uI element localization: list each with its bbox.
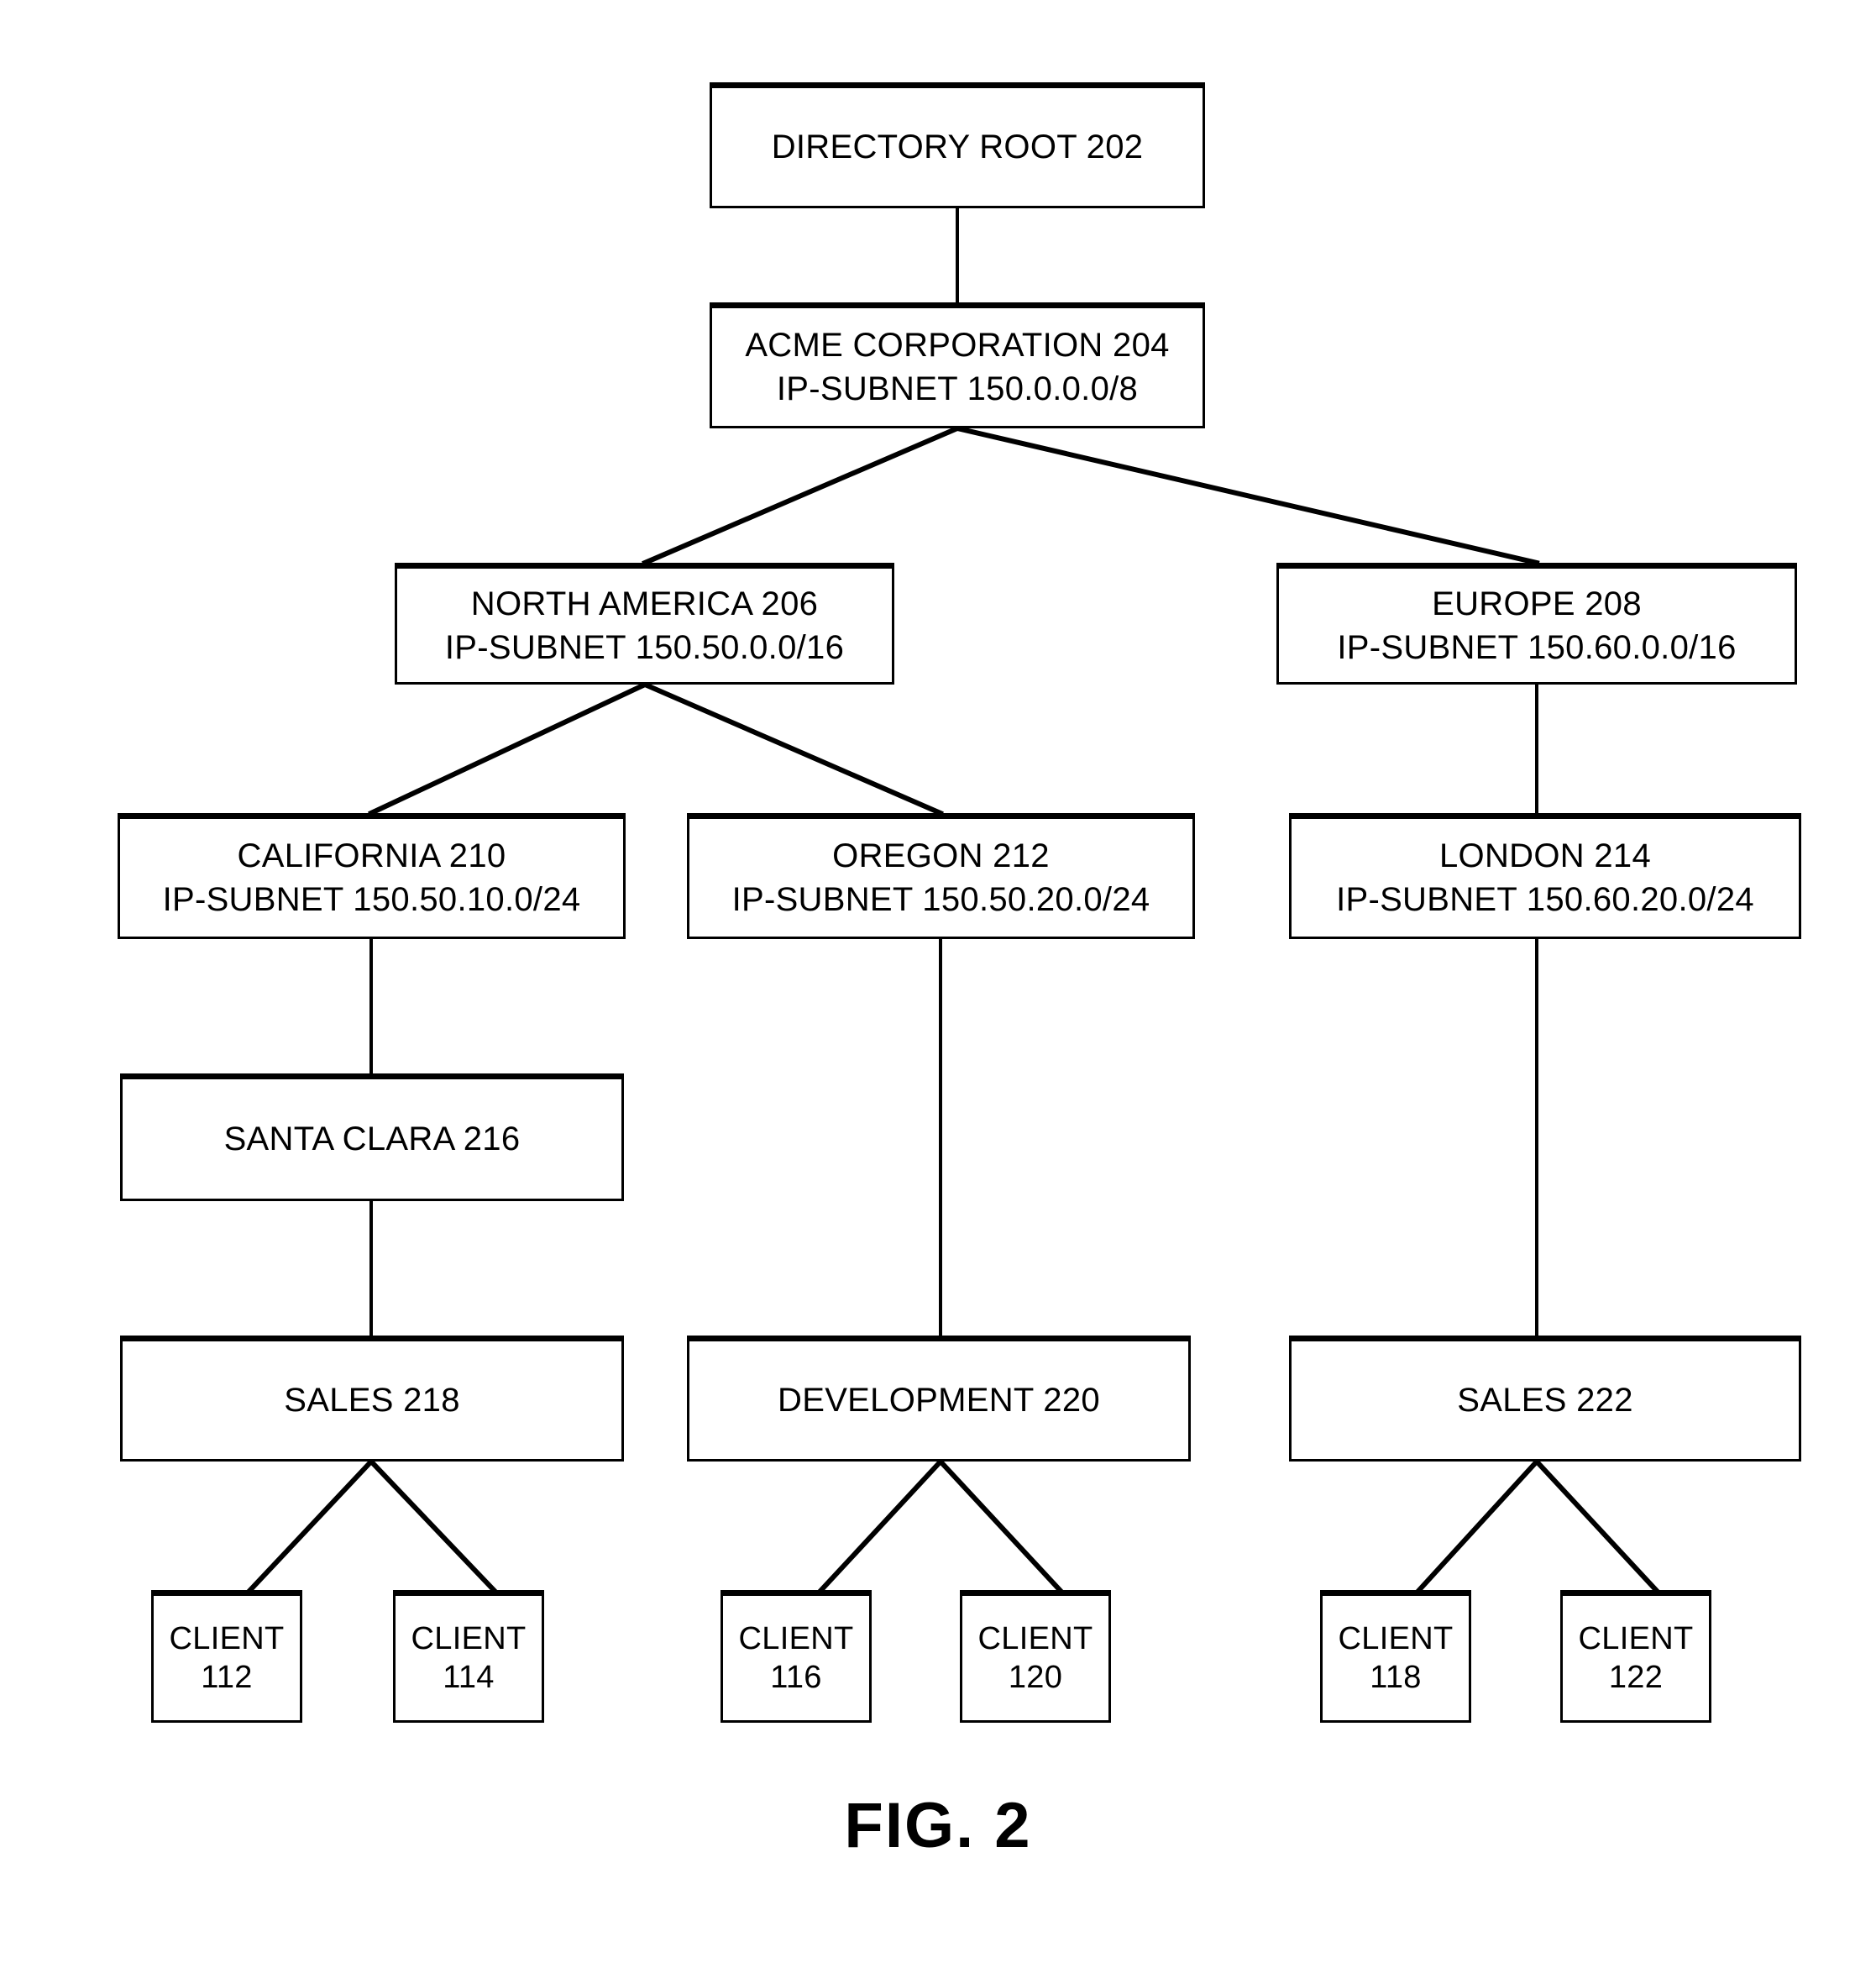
- node-label-primary: ACME CORPORATION 204: [745, 327, 1170, 364]
- node-label-secondary: IP-SUBNET 150.50.20.0/24: [731, 881, 1150, 918]
- node-label-primary: NORTH AMERICA 206: [470, 585, 819, 622]
- edge-sales-222-to-client-118: [1415, 1457, 1541, 1594]
- node-label-primary: SANTA CLARA 216: [223, 1120, 521, 1157]
- node-label-secondary: 112: [201, 1660, 253, 1695]
- node-label-primary: SALES 218: [284, 1382, 460, 1419]
- node-north-america: NORTH AMERICA 206 IP-SUBNET 150.50.0.0/16: [395, 563, 894, 685]
- node-label-secondary: 122: [1608, 1660, 1664, 1695]
- node-label-secondary: 120: [1008, 1660, 1063, 1695]
- node-client-116: CLIENT 116: [721, 1590, 872, 1723]
- node-label-primary: CLIENT: [1338, 1620, 1454, 1656]
- node-label-secondary: 114: [443, 1660, 495, 1695]
- node-label-primary: SALES 222: [1457, 1382, 1633, 1419]
- edge-north-america-to-california: [368, 681, 648, 816]
- node-label-secondary: 118: [1370, 1660, 1422, 1695]
- node-acme-corporation: ACME CORPORATION 204 IP-SUBNET 150.0.0.0/…: [710, 302, 1205, 428]
- node-label-secondary: IP-SUBNET 150.50.10.0/24: [162, 881, 581, 918]
- node-label-primary: LONDON 214: [1439, 837, 1651, 874]
- edge-acme-to-north-america: [642, 425, 961, 566]
- node-london: LONDON 214 IP-SUBNET 150.60.20.0/24: [1289, 813, 1801, 939]
- node-label-secondary: 116: [770, 1660, 822, 1695]
- node-sales-218: SALES 218: [120, 1336, 624, 1462]
- node-label-primary: DEVELOPMENT 220: [778, 1382, 1100, 1419]
- edge-sales-218-to-client-114: [367, 1457, 498, 1594]
- edge-development-220-to-client-120: [936, 1457, 1064, 1594]
- node-client-120: CLIENT 120: [960, 1590, 1111, 1723]
- node-label-primary: CLIENT: [1578, 1620, 1694, 1656]
- node-oregon: OREGON 212 IP-SUBNET 150.50.20.0/24: [687, 813, 1195, 939]
- figure-caption: FIG. 2: [844, 1790, 1032, 1861]
- edge-sales-222-to-client-122: [1533, 1457, 1660, 1594]
- node-directory-root: DIRECTORY ROOT 202: [710, 82, 1205, 208]
- node-client-118: CLIENT 118: [1320, 1590, 1471, 1723]
- node-california: CALIFORNIA 210 IP-SUBNET 150.50.10.0/24: [118, 813, 626, 939]
- node-europe: EUROPE 208 IP-SUBNET 150.60.0.0/16: [1276, 563, 1797, 685]
- edge-acme-to-europe: [954, 425, 1540, 566]
- figure-page: DIRECTORY ROOT 202 ACME CORPORATION 204 IP…: [0, 0, 1876, 1968]
- node-label-primary: DIRECTORY ROOT 202: [771, 129, 1144, 165]
- node-label-primary: OREGON 212: [832, 837, 1050, 874]
- node-santa-clara: SANTA CLARA 216: [120, 1073, 624, 1201]
- node-client-114: CLIENT 114: [393, 1590, 544, 1723]
- node-development-220: DEVELOPMENT 220: [687, 1336, 1191, 1462]
- edge-development-220-to-client-116: [817, 1457, 945, 1594]
- node-label-secondary: IP-SUBNET 150.50.0.0/16: [444, 628, 845, 666]
- node-label-secondary: IP-SUBNET 150.60.0.0/16: [1337, 628, 1737, 666]
- node-label-primary: CLIENT: [738, 1620, 854, 1656]
- node-label-primary: CALIFORNIA 210: [237, 837, 506, 874]
- node-sales-222: SALES 222: [1289, 1336, 1801, 1462]
- node-label-secondary: IP-SUBNET 150.60.20.0/24: [1336, 881, 1754, 918]
- node-label-secondary: IP-SUBNET 150.0.0.0/8: [776, 370, 1139, 407]
- node-client-112: CLIENT 112: [151, 1590, 302, 1723]
- node-label-primary: CLIENT: [977, 1620, 1093, 1656]
- node-client-122: CLIENT 122: [1560, 1590, 1711, 1723]
- edge-north-america-to-oregon: [642, 681, 944, 816]
- node-label-primary: CLIENT: [169, 1620, 285, 1656]
- node-label-primary: CLIENT: [411, 1620, 527, 1656]
- node-label-primary: EUROPE 208: [1432, 585, 1642, 622]
- edge-sales-218-to-client-112: [246, 1457, 375, 1594]
